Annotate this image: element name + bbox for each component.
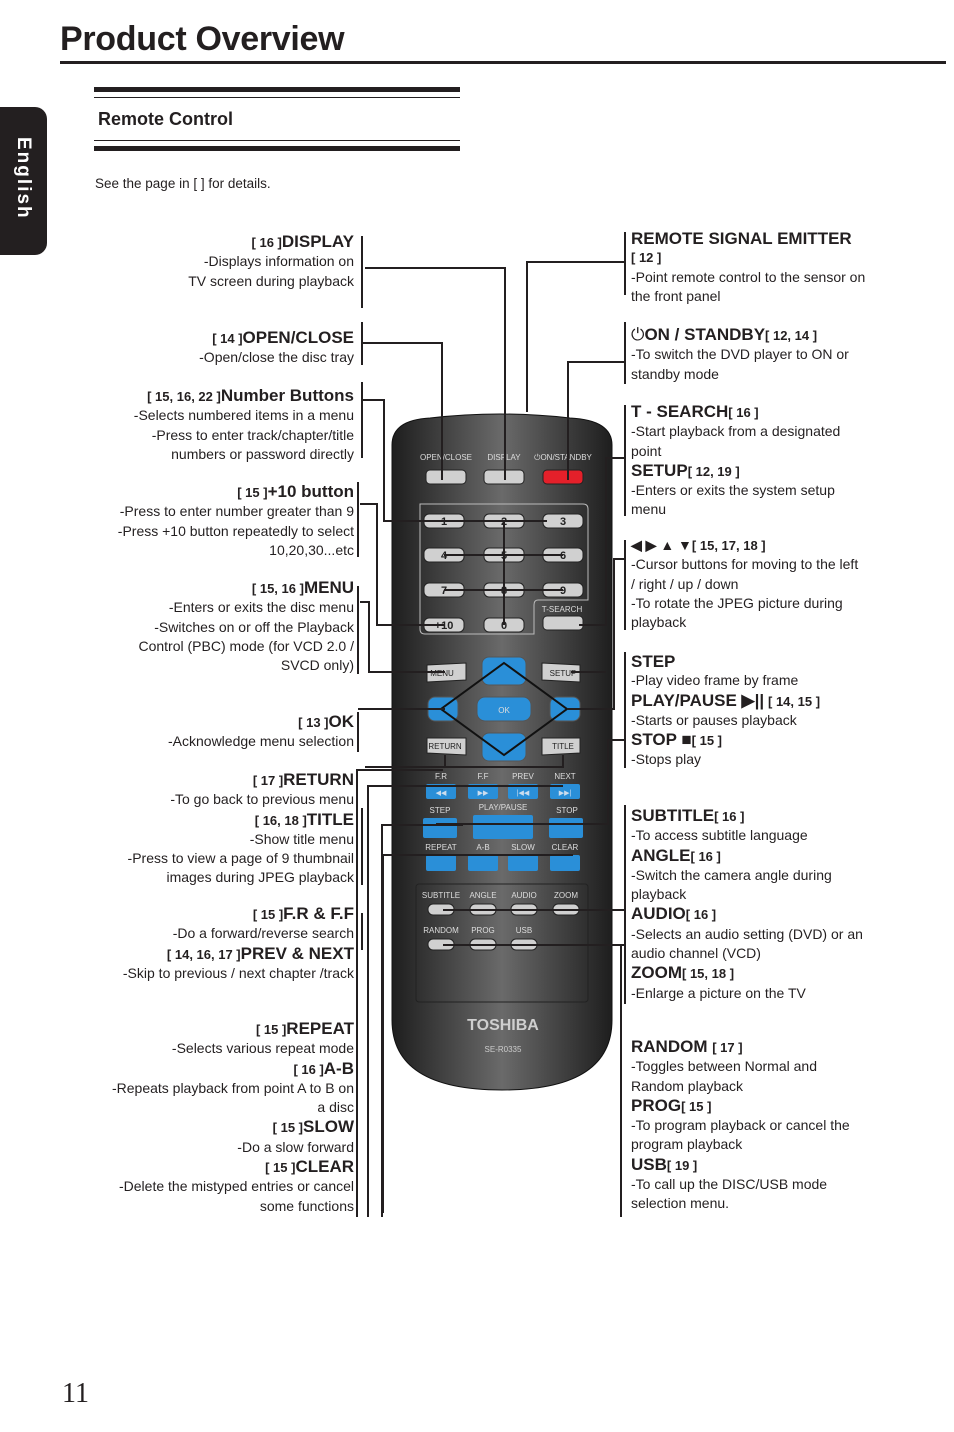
repeat-row-key[interactable] (508, 855, 538, 871)
callout-plus10: [ 15 ]+10 button -Press to enter number … (117, 482, 354, 558)
callout-ok: [ 13 ]OK -Acknowledge menu selection (168, 712, 354, 750)
number-key-label: 3 (560, 516, 566, 528)
function-key-label: ZOOM (554, 891, 578, 900)
stop-key[interactable] (549, 818, 583, 838)
transport-icon: ▶▶| (559, 790, 572, 797)
callout-open-close: [ 14 ]OPEN/CLOSE -Open/close the disc tr… (199, 328, 354, 366)
transport-icon: ▶▶ (478, 790, 489, 797)
remote-label-menu: MENU (430, 669, 454, 678)
callout-t-search: T - SEARCH[ 16 ] -Start playback from a … (631, 402, 841, 518)
callout-repeat: [ 15 ]REPEAT -Selects various repeat mod… (111, 1019, 354, 1214)
repeat-row-key[interactable] (550, 855, 580, 871)
callout-number-buttons: [ 15, 16, 22 ]Number Buttons -Selects nu… (133, 386, 354, 462)
function-key-label: USB (516, 926, 532, 935)
remote-model: SE-R0335 (485, 1045, 522, 1054)
repeat-row-label: CLEAR (552, 843, 579, 852)
callout-random: RANDOM [ 17 ] -Toggles between Normal an… (631, 1037, 850, 1212)
function-key-label: RANDOM (423, 926, 459, 935)
t-search-key[interactable] (542, 615, 584, 631)
function-key-label: PROG (471, 926, 495, 935)
callout-display: [ 16 ]DISPLAY -Displays information on TV… (188, 232, 354, 289)
remote-label-on-standby: ⏻ON/STANDBY (534, 453, 592, 462)
transport-label: F.F (477, 772, 488, 781)
repeat-row-label: REPEAT (425, 843, 457, 852)
remote-label-ok: OK (498, 706, 510, 715)
page-number: 11 (62, 1378, 89, 1409)
transport-icon: |◀◀ (517, 790, 530, 797)
remote-label-return: RETURN (428, 742, 462, 751)
function-key-label: SUBTITLE (422, 891, 460, 900)
remote-label-stop: STOP (556, 806, 578, 815)
on-standby-key[interactable] (542, 469, 584, 485)
repeat-row-label: A-B (476, 843, 489, 852)
callout-return: [ 17 ]RETURN -To go back to previous men… (127, 770, 354, 886)
transport-icon: ◀◀ (436, 790, 447, 797)
callout-remote-signal-emitter: REMOTE SIGNAL EMITTER [ 12 ] -Point remo… (631, 229, 866, 304)
callout-subtitle: SUBTITLE[ 16 ] -To access subtitle langu… (631, 806, 863, 1001)
remote-label-title: TITLE (552, 742, 574, 751)
transport-label: PREV (512, 772, 534, 781)
callout-step: STEP -Play video frame by frame PLAY/PAU… (631, 652, 821, 768)
remote-label-play-pause: PLAY/PAUSE (479, 803, 528, 812)
remote-brand: TOSHIBA (467, 1017, 539, 1034)
function-key-label: AUDIO (511, 891, 536, 900)
down-key[interactable] (481, 732, 527, 762)
power-icon: ⏻ (631, 325, 645, 344)
repeat-row-label: SLOW (511, 843, 535, 852)
remote-label-t-search: T-SEARCH (542, 605, 583, 614)
remote-label-setup: SETUP (550, 669, 577, 678)
up-key[interactable] (481, 656, 527, 686)
function-key-label: ANGLE (469, 891, 496, 900)
callout-on-standby: ⏻ON / STANDBY[ 12, 14 ] -To switch the D… (631, 325, 849, 382)
open-close-key[interactable] (425, 469, 467, 485)
transport-label: NEXT (554, 772, 575, 781)
step-key[interactable] (423, 818, 457, 838)
remote-label-step: STEP (430, 806, 451, 815)
callout-menu: [ 15, 16 ]MENU -Enters or exits the disc… (138, 578, 354, 674)
play-pause-key[interactable] (473, 815, 533, 839)
repeat-row-key[interactable] (426, 855, 456, 871)
repeat-row-key[interactable] (468, 855, 498, 871)
callout-cursor-buttons: ◀ ▶ ▲ ▼[ 15, 17, 18 ] -Cursor buttons fo… (631, 537, 859, 631)
remote-label-open-close: OPEN/CLOSE (420, 453, 472, 462)
callout-fr-ff: [ 15 ]F.R & F.F -Do a forward/reverse se… (122, 904, 354, 981)
transport-label: F.R (435, 772, 447, 781)
